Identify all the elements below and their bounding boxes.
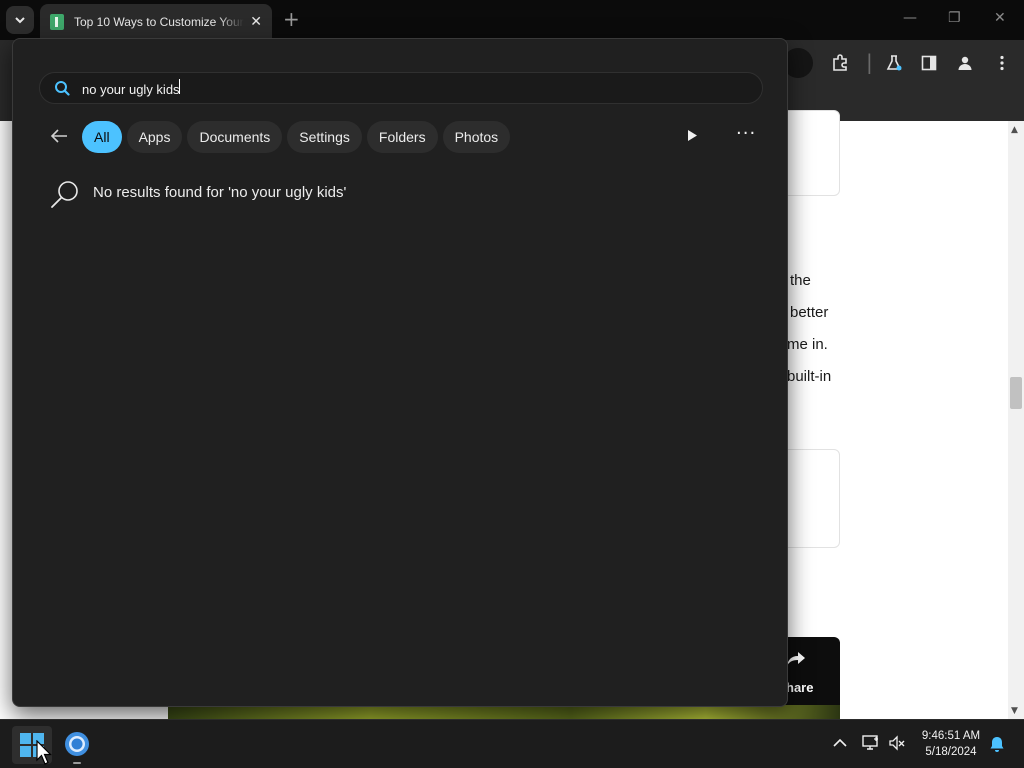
share-label[interactable]: hare (786, 680, 813, 695)
page-scrollbar[interactable] (1008, 121, 1024, 719)
video-thumbnail (168, 705, 840, 719)
filter-chip-documents[interactable]: Documents (187, 121, 283, 153)
search-query-text: no your ugly kids (82, 82, 180, 97)
windows-search-flyout: no your ugly kids All Apps Documents Set… (12, 38, 788, 707)
profile-icon[interactable] (957, 55, 973, 71)
search-filter-row: All Apps Documents Settings Folders Phot… (49, 121, 515, 153)
running-app-indicator (73, 762, 81, 764)
toolbar-divider: | (866, 50, 873, 74)
browser-tab[interactable]: Top 10 Ways to Customize Your ✕ (40, 4, 272, 40)
browser-tabstrip: Top 10 Ways to Customize Your ✕ + — ❐ ✕ (0, 0, 1024, 40)
search-box[interactable]: no your ugly kids (39, 72, 763, 104)
share-icon[interactable] (786, 650, 806, 668)
more-options-button[interactable]: ··· (736, 123, 756, 144)
text-caret (178, 79, 180, 94)
taskbar-clock[interactable]: 9:46:51 AM 5/18/2024 (912, 728, 990, 760)
scrollbar-thumb[interactable] (1010, 377, 1022, 409)
filter-chip-all[interactable]: All (82, 121, 122, 153)
chrome-taskbar-icon[interactable] (62, 728, 92, 760)
labs-flask-icon[interactable] (885, 54, 903, 72)
volume-muted-icon[interactable] (888, 735, 906, 751)
filter-chip-photos[interactable]: Photos (442, 121, 511, 153)
page-text-line: the (790, 272, 811, 289)
sheets-favicon-icon (50, 14, 64, 30)
scroll-down-arrow-icon[interactable]: ▼ (1011, 706, 1018, 716)
tab-close-button[interactable]: ✕ (250, 14, 262, 30)
close-window-button[interactable]: ✕ (994, 10, 1006, 26)
play-more-filters-icon[interactable] (686, 129, 698, 142)
scroll-up-arrow-icon[interactable]: ▲ (1011, 125, 1018, 135)
restore-button[interactable]: ❐ (948, 10, 961, 26)
search-large-icon (51, 181, 78, 208)
page-text-line: built-in (787, 368, 832, 385)
filter-chip-settings[interactable]: Settings (287, 121, 362, 153)
new-tab-button[interactable]: + (283, 8, 300, 30)
no-results-text: No results found for 'no your ugly kids' (93, 183, 347, 201)
back-arrow-icon[interactable] (49, 125, 69, 149)
minimize-button[interactable]: — (903, 10, 917, 26)
filter-chip-folders[interactable]: Folders (366, 121, 438, 153)
clock-time: 9:46:51 AM (921, 730, 981, 742)
clock-date: 5/18/2024 (925, 746, 977, 758)
search-input[interactable]: no your ugly kids (82, 79, 722, 97)
search-icon (55, 81, 70, 96)
chevron-up-icon[interactable] (833, 738, 847, 748)
side-panel-icon[interactable] (921, 55, 937, 71)
filter-chip-apps[interactable]: Apps (126, 121, 183, 153)
extensions-icon[interactable] (831, 53, 849, 71)
no-results-message: No results found for 'no your ugly kids' (49, 179, 346, 211)
page-text-line: me in. (787, 336, 828, 353)
taskbar: 9:46:51 AM 5/18/2024 (0, 719, 1024, 768)
network-icon[interactable] (862, 735, 880, 751)
page-text-line: better (790, 304, 829, 321)
chevron-down-icon (15, 17, 25, 24)
mouse-cursor-icon (36, 740, 52, 765)
kebab-menu-icon[interactable] (998, 55, 1006, 71)
notification-bell-icon[interactable] (989, 736, 1005, 753)
tab-title: Top 10 Ways to Customize Your (74, 15, 244, 29)
tab-search-button[interactable] (6, 6, 34, 34)
